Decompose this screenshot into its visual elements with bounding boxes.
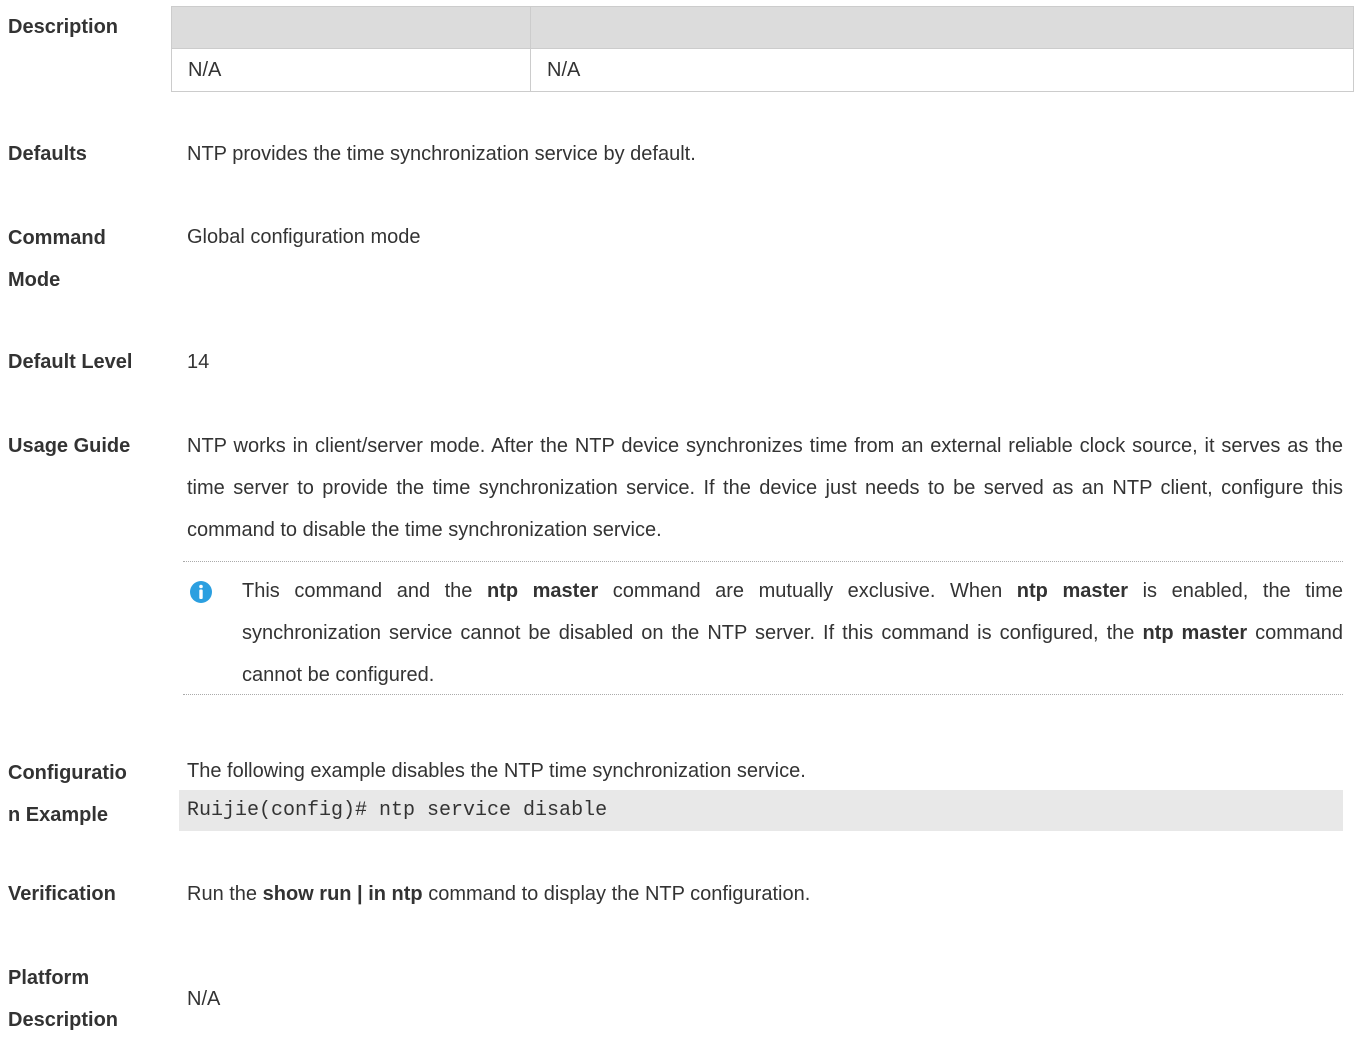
configuration-example-label-line2: n Example — [8, 804, 109, 826]
defaults-text: NTP provides the time synchronization se… — [187, 143, 696, 165]
table-header-cell — [530, 6, 1354, 49]
platform-description-text: N/A — [187, 988, 221, 1010]
platform-description-label-line2: Description — [8, 1009, 119, 1031]
note-text: This command and the ntp master command … — [242, 570, 1343, 696]
default-level-label: Default Level — [8, 351, 133, 373]
description-table: N/A N/A — [171, 6, 1354, 92]
info-icon — [190, 581, 212, 603]
table-header-row — [171, 6, 1354, 49]
usage-note: This command and the ntp master command … — [183, 561, 1343, 695]
configuration-example-text: The following example disables the NTP t… — [187, 760, 806, 782]
command-mode-label-line2: Mode — [8, 269, 61, 291]
verification-part2: command to display the NTP configuration… — [422, 883, 811, 905]
configuration-example-label: Configuratio n Example — [8, 752, 127, 836]
table-row: N/A N/A — [171, 48, 1354, 92]
code-block: Ruijie(config)# ntp service disable — [179, 790, 1343, 831]
default-level-text: 14 — [187, 351, 210, 373]
configuration-example-label-line1: Configuratio — [8, 762, 127, 784]
note-bold-command: ntp master — [486, 580, 599, 602]
platform-description-label-line1: Platform — [8, 967, 90, 989]
command-mode-label-line1: Command — [8, 227, 106, 249]
verification-bold-command: show run | in ntp — [262, 883, 423, 905]
table-cell: N/A — [530, 48, 1354, 92]
verification-label: Verification — [8, 883, 116, 905]
usage-guide-label: Usage Guide — [8, 435, 131, 457]
usage-guide-text: NTP works in client/server mode. After t… — [187, 435, 1343, 541]
table-header-cell — [171, 6, 531, 49]
table-cell: N/A — [171, 48, 531, 92]
command-mode-text: Global configuration mode — [187, 226, 421, 248]
defaults-label: Defaults — [8, 143, 87, 165]
verification-text: Run the show run | in ntp command to dis… — [187, 873, 810, 915]
note-part2: command are mutually exclusive. When — [598, 580, 1017, 602]
platform-description-label: Platform Description — [8, 957, 118, 1041]
note-bold-command: ntp master — [1016, 580, 1129, 602]
description-label: Description — [8, 16, 119, 38]
note-bold-command: ntp master — [1142, 622, 1248, 644]
command-mode-label: Command Mode — [8, 217, 106, 301]
verification-part1: Run the — [187, 883, 263, 905]
note-part1: This command and the — [242, 580, 487, 602]
